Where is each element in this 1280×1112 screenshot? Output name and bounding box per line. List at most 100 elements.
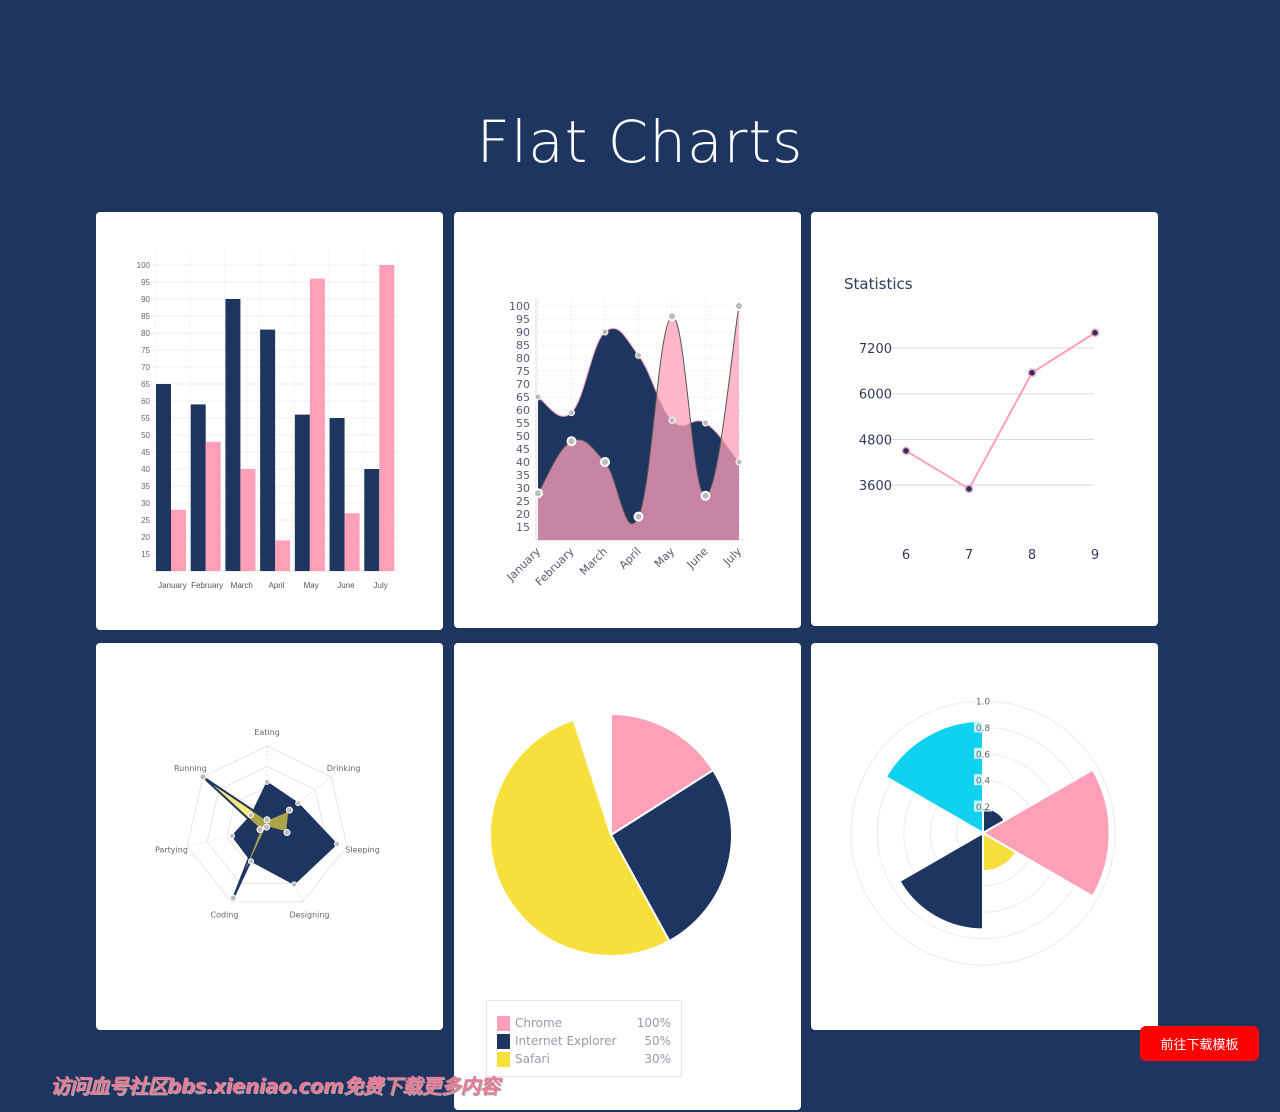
- data-point: [964, 484, 974, 494]
- page-title: Flat Charts: [476, 108, 804, 176]
- polar-segment: [898, 831, 984, 931]
- data-point: [264, 778, 270, 785]
- data-point: [256, 826, 264, 834]
- data-point: [263, 823, 271, 831]
- chart-title: Statistics: [844, 275, 913, 293]
- download-template-button[interactable]: 前往下载模板: [1140, 1026, 1259, 1061]
- data-point: [702, 419, 709, 427]
- x-tick-label: April: [617, 545, 644, 572]
- bar: [379, 265, 395, 571]
- data-point: [700, 490, 711, 501]
- legend-item-safari[interactable]: Safari 30%: [497, 1050, 671, 1068]
- line-chart: Statistics 3600 4800 6000 7200 6 7 8 9: [844, 275, 1100, 563]
- y-tick-label: 80: [516, 352, 530, 365]
- y-tick-label: 65: [516, 391, 530, 404]
- data-point: [283, 829, 291, 837]
- x-tick-label: March: [231, 581, 253, 590]
- y-tick-label: 20: [141, 533, 150, 542]
- data-point: [600, 457, 610, 467]
- r-tick-label: 0.8: [976, 724, 991, 734]
- bar-chart-card: 15 20 25 30 35 40 45 50 55 60 65 70 75 80 85 90 95 100 Jan…: [96, 212, 443, 630]
- bar: [260, 329, 276, 571]
- x-tick-label: July: [374, 581, 388, 590]
- data-point: [901, 446, 911, 456]
- y-tick-label: 95: [516, 313, 530, 326]
- radar-axis-label: Sleeping: [345, 845, 380, 854]
- data-point: [295, 800, 302, 807]
- y-tick-label: 35: [141, 482, 150, 491]
- pie-chart-card: Chrome 100% Internet Explorer 50% Safari…: [454, 643, 801, 1110]
- y-tick-label: 15: [516, 521, 530, 534]
- y-tick-label: 7200: [859, 342, 892, 357]
- data-point: [635, 351, 642, 359]
- radar-axis-label: Partying: [155, 845, 188, 854]
- bar: [329, 418, 345, 571]
- r-tick-label: 0.2: [976, 803, 990, 813]
- bar: [275, 540, 291, 571]
- y-tick-label: 100: [509, 300, 530, 313]
- legend-swatch: [497, 1015, 510, 1031]
- radar-axis-label: Running: [174, 764, 207, 773]
- y-tick-label: 90: [516, 326, 530, 339]
- bar: [309, 278, 325, 571]
- y-tick-label: 40: [516, 456, 530, 469]
- bar: [190, 404, 206, 571]
- legend-swatch: [497, 1033, 510, 1049]
- legend-label: Chrome: [515, 1016, 563, 1030]
- y-tick-label: 75: [141, 346, 150, 355]
- x-tick-label: 7: [965, 548, 973, 563]
- data-point: [668, 416, 676, 424]
- y-tick-label: 60: [141, 397, 150, 406]
- data-point: [263, 816, 271, 824]
- bar: [364, 469, 380, 571]
- bar: [225, 299, 241, 571]
- x-tick-label: May: [304, 581, 319, 590]
- data-point: [229, 832, 236, 839]
- y-tick-label: 85: [516, 339, 530, 352]
- radar-axis-label: Drinking: [327, 764, 361, 773]
- bar: [205, 441, 221, 571]
- data-point: [1027, 368, 1037, 378]
- y-tick-label: 65: [141, 380, 150, 389]
- y-tick-label: 50: [516, 430, 530, 443]
- radar-axis-label: Coding: [211, 910, 239, 919]
- y-tick-label: 20: [516, 508, 530, 521]
- x-tick-label: May: [652, 545, 678, 571]
- x-tick-label: February: [191, 581, 223, 590]
- r-tick-label: 1.0: [976, 698, 991, 708]
- y-tick-label: 6000: [859, 388, 892, 403]
- legend-label: Safari: [515, 1052, 550, 1066]
- y-tick-label: 35: [516, 469, 530, 482]
- data-point: [333, 840, 340, 847]
- line-chart-card: Statistics 3600 4800 6000 7200 6 7 8 9: [811, 212, 1158, 626]
- data-point: [247, 812, 254, 819]
- legend-label: Internet Explorer: [515, 1034, 617, 1048]
- y-tick-label: 4800: [859, 433, 892, 448]
- radar-chart-card: Eating Drinking Sleeping Designing Coding Par…: [96, 643, 443, 1030]
- y-tick-label: 40: [141, 465, 150, 474]
- y-tick-label: 25: [516, 495, 530, 508]
- data-point: [1090, 328, 1100, 338]
- r-tick-label: 0.4: [976, 777, 991, 787]
- series-line: [905, 331, 1096, 491]
- bar: [294, 414, 310, 571]
- x-tick-label: January: [158, 581, 186, 590]
- x-tick-label: March: [577, 545, 610, 578]
- y-tick-label: 45: [516, 443, 530, 456]
- data-point: [533, 488, 543, 499]
- legend-item-chrome[interactable]: Chrome 100%: [497, 1014, 671, 1032]
- x-tick-label: June: [684, 545, 711, 572]
- y-tick-label: 30: [141, 499, 150, 508]
- y-tick-label: 45: [141, 448, 150, 457]
- area-chart-card: 15 20 25 30 35 40 45 50 55 60 65 70 75 80 85 90 95 100 Jan…: [454, 212, 801, 628]
- y-tick-label: 85: [141, 312, 150, 321]
- data-point: [247, 858, 254, 865]
- x-tick-label: April: [268, 581, 284, 590]
- bar: [171, 509, 186, 571]
- x-tick-label: July: [720, 545, 744, 569]
- watermark-text: 访问血号社区bbs.xieniao.com免费下载更多内容: [50, 1074, 500, 1098]
- y-tick-label: 55: [516, 417, 530, 430]
- legend-item-internet-explorer[interactable]: Internet Explorer 50%: [497, 1032, 671, 1050]
- polar-area-chart-card: 0.2 0.4 0.6 0.8 1.0: [811, 643, 1158, 1030]
- data-point: [735, 458, 743, 466]
